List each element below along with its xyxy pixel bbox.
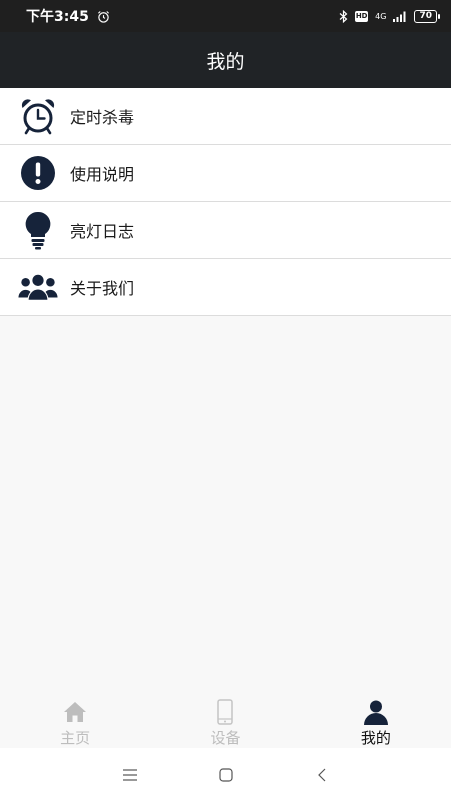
battery-level: 70 bbox=[419, 11, 432, 21]
home-nav-button[interactable] bbox=[213, 762, 239, 788]
tab-label: 主页 bbox=[60, 729, 91, 747]
tab-mine[interactable]: 我的 bbox=[301, 694, 451, 748]
menu-item-instructions[interactable]: 使用说明 bbox=[0, 145, 451, 202]
alarm-status-icon bbox=[97, 10, 109, 23]
tab-label: 设备 bbox=[210, 729, 241, 747]
menu-item-about-us[interactable]: 关于我们 bbox=[0, 259, 451, 316]
tab-home[interactable]: 主页 bbox=[0, 694, 150, 748]
system-nav-bar bbox=[0, 748, 451, 801]
light-bulb-icon bbox=[18, 210, 58, 250]
battery-icon: 70 bbox=[414, 9, 440, 23]
status-left: 下午3:45 bbox=[26, 6, 110, 26]
home-icon bbox=[62, 699, 88, 725]
hd-icon: HD bbox=[355, 10, 369, 22]
hamburger-icon bbox=[122, 768, 137, 781]
menu-item-timed-disinfection[interactable]: 定时杀毒 bbox=[0, 88, 451, 145]
tab-label: 我的 bbox=[360, 729, 391, 747]
exclamation-icon bbox=[18, 153, 58, 193]
menu-item-label: 亮灯日志 bbox=[70, 222, 135, 241]
network-label: 4G bbox=[375, 11, 387, 21]
menu-item-label: 使用说明 bbox=[70, 165, 135, 184]
menu-item-label: 定时杀毒 bbox=[70, 108, 135, 127]
status-time: 下午3:45 bbox=[26, 9, 89, 25]
person-icon bbox=[363, 699, 389, 725]
bluetooth-icon bbox=[339, 9, 348, 23]
menu-list: 定时杀毒 使用说明 亮灯日志 关于我们 bbox=[0, 88, 451, 316]
app-header: 我的 bbox=[0, 32, 451, 88]
alarm-clock-icon bbox=[18, 96, 58, 136]
status-bar: 下午3:45 HD 4G 70 bbox=[0, 0, 451, 32]
phone-icon bbox=[212, 699, 238, 725]
chevron-left-icon bbox=[317, 768, 325, 781]
bottom-tab-bar: 主页 设备 我的 bbox=[0, 694, 451, 748]
screen: 下午3:45 HD 4G 70 我的 定时杀毒 使用说明 亮灯日志 关于我们 主… bbox=[0, 0, 451, 801]
signal-icon bbox=[393, 11, 406, 22]
tab-device[interactable]: 设备 bbox=[150, 694, 300, 748]
back-nav-button[interactable] bbox=[309, 762, 335, 788]
menu-nav-button[interactable] bbox=[117, 762, 143, 788]
users-icon bbox=[18, 267, 58, 307]
square-icon bbox=[218, 767, 233, 782]
menu-item-label: 关于我们 bbox=[70, 279, 135, 298]
page-title: 我的 bbox=[206, 50, 245, 73]
menu-item-light-log[interactable]: 亮灯日志 bbox=[0, 202, 451, 259]
status-right: HD 4G 70 bbox=[339, 9, 440, 23]
